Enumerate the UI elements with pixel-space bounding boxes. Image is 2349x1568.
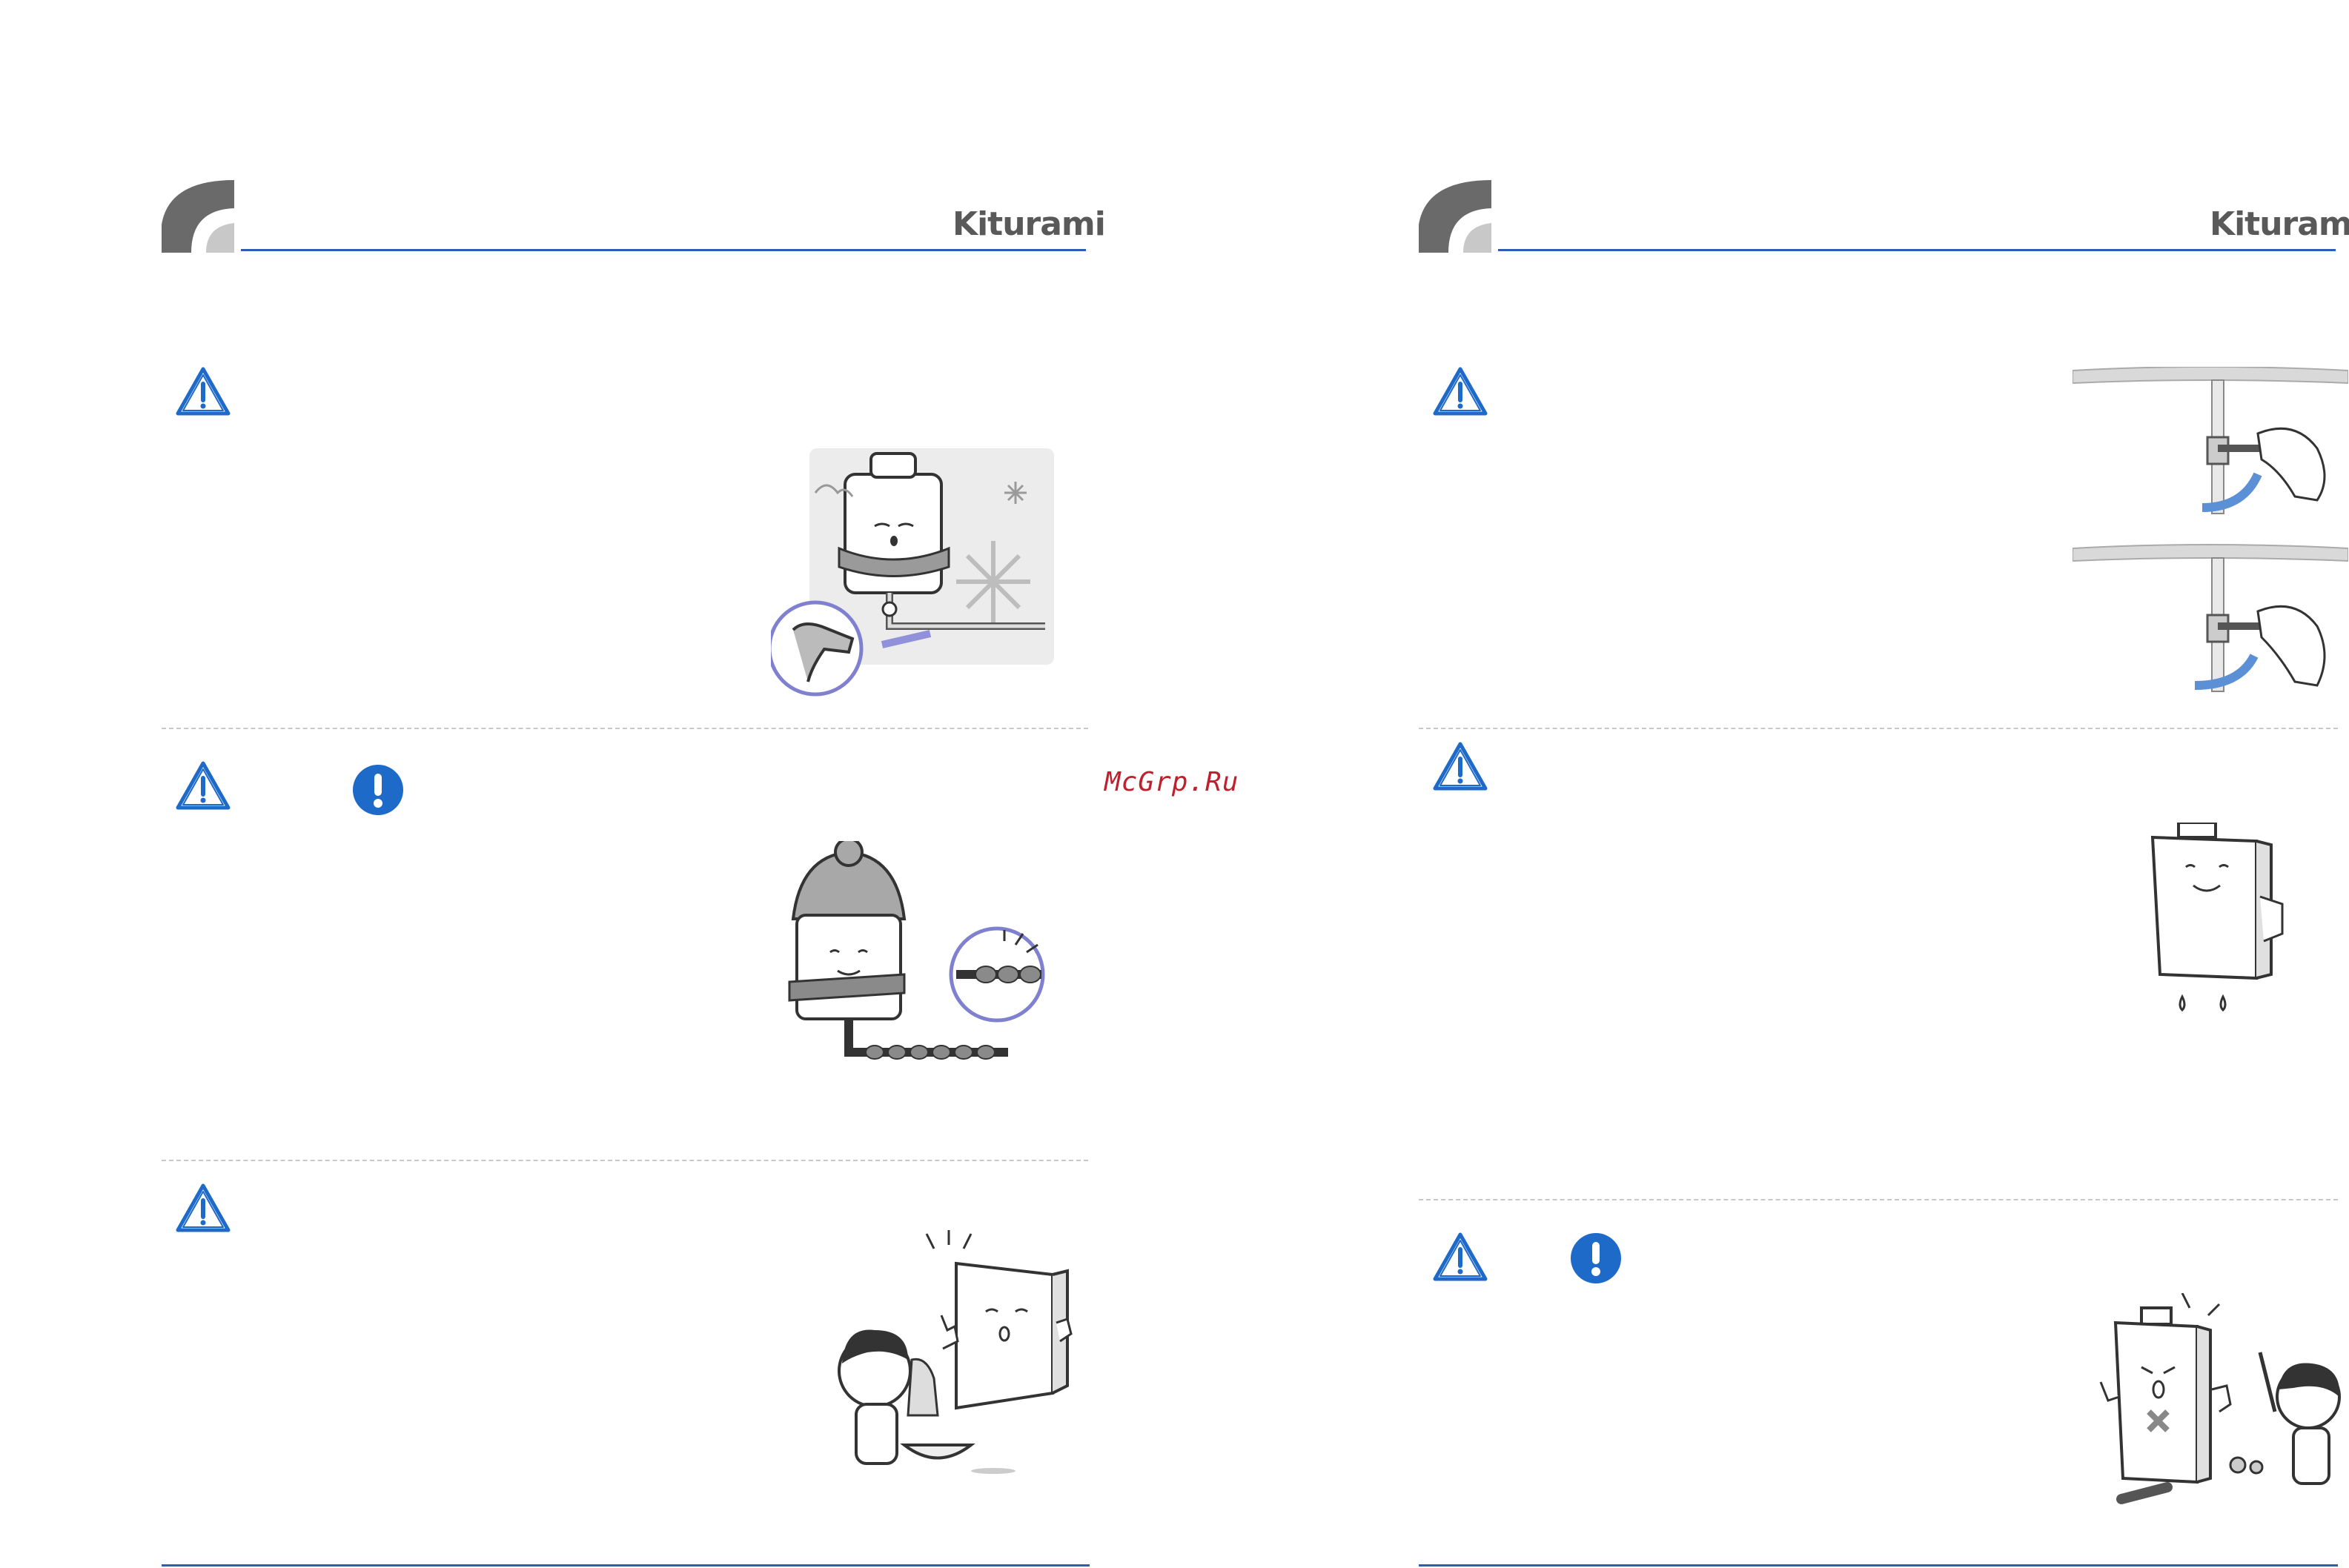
section-corner-icon bbox=[1419, 180, 1491, 253]
warning-icon bbox=[1432, 365, 1488, 418]
child-screwdriver-disassembly-illustration bbox=[2099, 1293, 2341, 1504]
left-page: Kiturami bbox=[0, 0, 1174, 1568]
mandatory-icon bbox=[353, 765, 403, 815]
warning-icon bbox=[1432, 1230, 1488, 1283]
section-divider bbox=[1419, 1199, 2338, 1200]
section-divider bbox=[162, 728, 1088, 729]
header-rule bbox=[1498, 249, 2336, 251]
boiler-winter-hat-illustration bbox=[788, 841, 1045, 1060]
brand-logo: Kiturami bbox=[952, 205, 1106, 243]
warning-icon bbox=[175, 1181, 231, 1235]
section-divider bbox=[162, 1160, 1088, 1161]
boiler-leaking-water-illustration bbox=[2150, 823, 2284, 1012]
warning-icon bbox=[1432, 740, 1488, 793]
section-divider bbox=[1419, 728, 2338, 729]
hand-turning-valves-illustration bbox=[2073, 367, 2348, 692]
header-rule bbox=[241, 249, 1086, 251]
child-washing-near-boiler-illustration bbox=[838, 1230, 1073, 1474]
warning-icon bbox=[175, 365, 231, 418]
section-corner-icon bbox=[162, 180, 234, 253]
right-page: Kiturami bbox=[1174, 0, 2349, 1568]
mandatory-icon bbox=[1571, 1233, 1621, 1283]
warning-icon bbox=[175, 759, 231, 812]
brand-logo: Kiturami bbox=[2210, 205, 2349, 243]
footer-rule bbox=[162, 1564, 1090, 1567]
frozen-boiler-hairdryer-illustration bbox=[771, 448, 1054, 697]
footer-rule bbox=[1419, 1564, 2338, 1567]
